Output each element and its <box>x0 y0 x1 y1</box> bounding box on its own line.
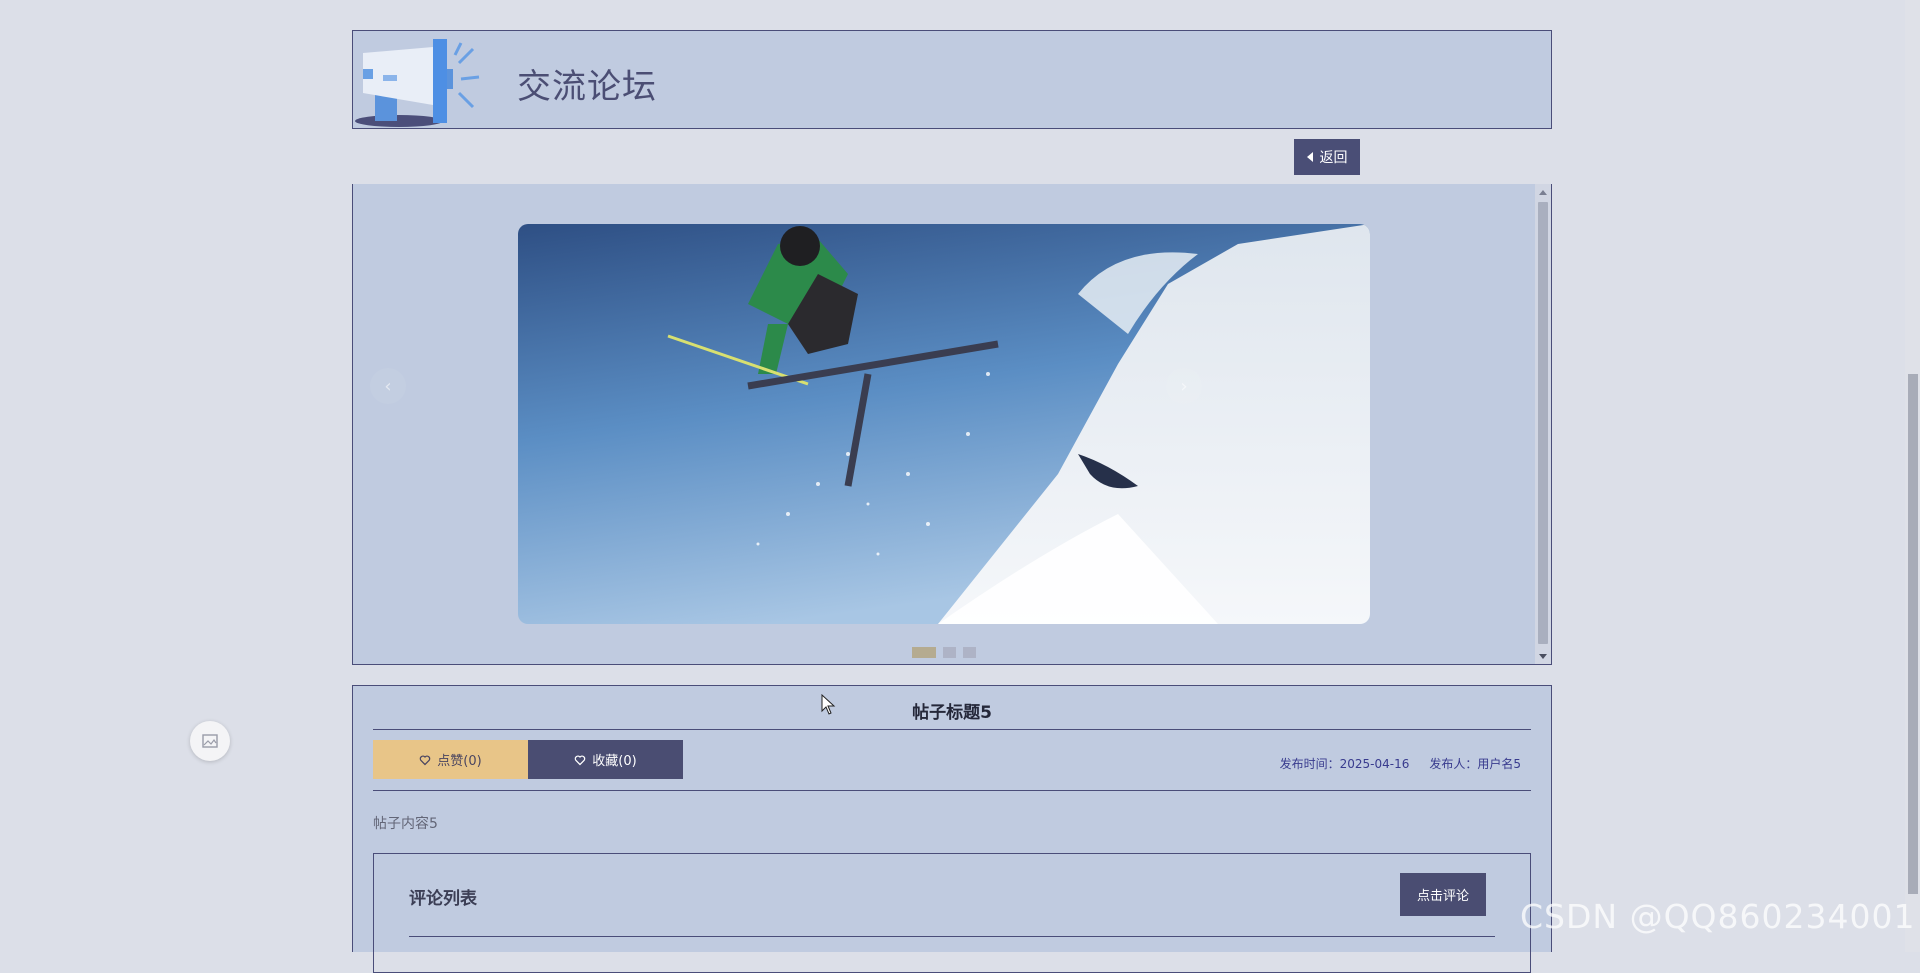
carousel-slide-image <box>518 224 1370 624</box>
carousel-scrollbar[interactable] <box>1535 184 1551 664</box>
image-icon <box>202 734 218 748</box>
scroll-up-arrow-icon[interactable] <box>1539 190 1547 195</box>
post-detail-panel: 帖子标题5 点赞(0) 收藏(0) 发布时间：2025-04-16 发布人：用户… <box>352 685 1552 973</box>
mouse-cursor-icon <box>821 694 836 715</box>
watermark: CSDN @QQ860234001 <box>1520 897 1916 936</box>
post-title: 帖子标题5 <box>912 703 992 723</box>
back-button-label: 返回 <box>1319 150 1348 166</box>
carousel-indicator[interactable] <box>912 647 936 658</box>
back-button[interactable]: 返回 <box>1294 139 1360 175</box>
favorite-button[interactable]: 收藏(0) <box>528 740 683 779</box>
page-title: 交流论坛 <box>517 67 657 107</box>
comments-section: 评论列表 点击评论 <box>373 853 1531 973</box>
heart-icon <box>575 754 586 765</box>
page-scrollbar-thumb[interactable] <box>1908 374 1918 894</box>
carousel-indicators <box>912 647 976 658</box>
post-meta: 发布时间：2025-04-16 发布人：用户名5 <box>1280 755 1521 772</box>
caret-left-icon <box>1306 152 1313 162</box>
add-comment-button[interactable]: 点击评论 <box>1400 873 1486 916</box>
divider <box>409 936 1495 937</box>
publish-time: 发布时间：2025-04-16 <box>1279 757 1410 771</box>
publisher: 发布人：用户名5 <box>1429 757 1521 771</box>
scroll-down-arrow-icon[interactable] <box>1539 654 1547 659</box>
carousel-next-button[interactable]: › <box>1166 368 1202 404</box>
carousel-panel: ‹ › <box>352 184 1552 665</box>
carousel-indicator[interactable] <box>943 647 956 658</box>
comments-title: 评论列表 <box>409 889 477 909</box>
heart-icon <box>420 754 431 765</box>
page-scrollbar[interactable] <box>1905 0 1920 952</box>
carousel-indicator[interactable] <box>963 647 976 658</box>
page-header: 交流论坛 <box>352 30 1552 129</box>
scrollbar-thumb[interactable] <box>1538 202 1548 644</box>
divider <box>373 729 1531 730</box>
megaphone-icon <box>355 39 480 127</box>
post-content: 帖子内容5 <box>373 816 438 832</box>
floating-action-button[interactable] <box>190 721 230 761</box>
like-button[interactable]: 点赞(0) <box>373 740 528 779</box>
carousel-prev-button[interactable]: ‹ <box>370 368 406 404</box>
divider <box>373 790 1531 791</box>
favorite-button-label: 收藏(0) <box>592 754 637 769</box>
like-button-label: 点赞(0) <box>437 754 482 769</box>
